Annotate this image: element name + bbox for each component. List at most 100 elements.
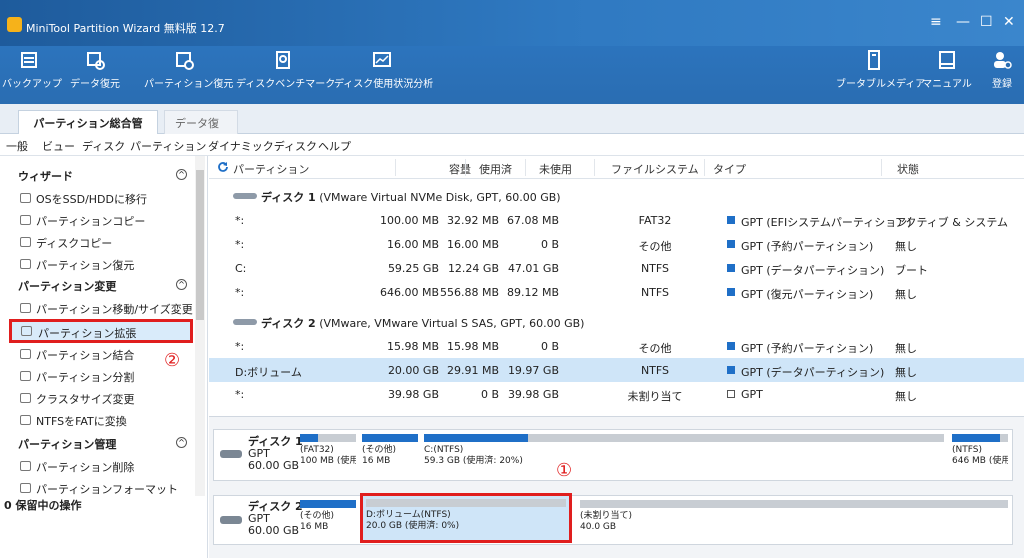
table-row[interactable]: *: 39.98 GB 0 B 39.98 GB 未割り当て GPT 無し xyxy=(209,382,1024,406)
menu-partition[interactable]: パーティション xyxy=(130,138,206,154)
table-header: パーティション 容量 使用済 未使用 ファイルシステム タイプ 状態 xyxy=(209,156,1024,179)
sidebar-item-format[interactable]: パーティションフォーマット xyxy=(16,478,192,498)
sidebar-item-delete[interactable]: パーティション削除 xyxy=(16,456,192,476)
user-add-icon xyxy=(994,52,1012,69)
col-unused[interactable]: 未使用 xyxy=(539,161,572,177)
partition-recovery-button[interactable]: パーティション復元 xyxy=(144,48,233,90)
menu-view[interactable]: ビュー xyxy=(42,138,75,154)
partition-table: パーティション 容量 使用済 未使用 ファイルシステム タイプ 状態 ディスク … xyxy=(209,156,1024,416)
menu-icon[interactable]: ≡ xyxy=(930,14,942,30)
table-row[interactable]: C: 59.25 GB 12.24 GB 47.01 GB NTFS GPT (データパー… xyxy=(209,256,1024,280)
annotation-marker-1: ① xyxy=(556,460,573,481)
backup-icon xyxy=(21,52,37,68)
col-status[interactable]: 状態 xyxy=(897,161,919,177)
table-row[interactable]: D:ボリューム 20.00 GB 29.91 MB 19.97 GB NTFS GPT (… xyxy=(209,358,1024,382)
refresh-icon[interactable] xyxy=(217,161,229,173)
partition-label: (その他) xyxy=(300,511,335,521)
sidebar-item-split[interactable]: パーティション分割 xyxy=(16,366,192,386)
tab-data-recovery[interactable]: データ復元 ✕ xyxy=(164,110,238,146)
backup-button[interactable]: バックアップ xyxy=(2,48,62,90)
format-icon xyxy=(20,483,31,493)
disk-icon xyxy=(220,516,242,524)
data-recovery-button[interactable]: データ復元 xyxy=(62,48,128,90)
col-type[interactable]: タイプ xyxy=(713,161,746,177)
disk-icon xyxy=(220,450,242,458)
partition-block[interactable]: (未割り当て) 40.0 GB xyxy=(580,500,1008,540)
cell-fs: FAT32 xyxy=(638,214,672,227)
usage-bar xyxy=(362,434,418,442)
disk-row-2[interactable]: ディスク 2 (VMware, VMware Virtual S SAS, GP… xyxy=(209,310,1024,334)
cell-free: 0 B xyxy=(540,238,559,251)
disk-row-1[interactable]: ディスク 1 (VMware Virtual NVMe Disk, GPT, 6… xyxy=(209,184,1024,208)
cell-status: アクティブ & システム xyxy=(895,216,1009,229)
register-button[interactable]: 登録 xyxy=(984,48,1020,90)
maximize-button[interactable]: ☐ xyxy=(980,14,993,30)
menu-general[interactable]: 一般 xyxy=(6,138,28,154)
type-color-icon xyxy=(727,264,735,272)
menu-disk[interactable]: ディスク xyxy=(82,138,125,154)
type-color-icon xyxy=(727,288,735,296)
scrollbar-thumb[interactable] xyxy=(196,170,204,320)
pending-operations: 0 保留中の操作 xyxy=(4,499,82,512)
table-row[interactable]: *: 646.00 MB 556.88 MB 89.12 MB NTFS GPT (復元パ… xyxy=(209,280,1024,304)
usb-icon xyxy=(868,50,880,70)
extend-icon xyxy=(21,326,32,336)
sidebar-item-extend-partition[interactable]: パーティション拡張 xyxy=(9,319,193,343)
cell-free: 39.98 GB xyxy=(507,388,559,401)
disk-usage-analyzer-button[interactable]: ディスク使用状況分析 xyxy=(334,48,433,90)
collapse-icon[interactable]: ^ xyxy=(176,169,187,180)
cell-used: 15.98 MB xyxy=(446,340,499,353)
sidebar-scrollbar[interactable] xyxy=(195,156,205,496)
partition-block[interactable]: C:(NTFS) 59.3 GB (使用済: 20%) xyxy=(424,434,944,474)
type-color-icon xyxy=(727,240,735,248)
partition-label: D:ボリューム(NTFS) xyxy=(366,510,451,520)
cell-used: 12.24 GB xyxy=(447,262,499,275)
partition-block[interactable]: (NTFS) 646 MB (使用 xyxy=(952,434,1008,474)
sidebar-item-migrate-os[interactable]: OSをSSD/HDDに移行 xyxy=(16,188,192,208)
cell-fs: NTFS xyxy=(640,286,670,299)
table-row[interactable]: *: 15.98 MB 15.98 MB 0 B その他 GPT (予約パーティション) 無… xyxy=(209,334,1024,358)
convert-icon xyxy=(20,415,31,425)
collapse-icon[interactable]: ^ xyxy=(176,437,187,448)
disk-benchmark-button[interactable]: ディスクベンチマーク xyxy=(236,48,335,90)
cell-cap: 15.98 MB xyxy=(386,340,439,353)
sidebar-item-partition-recovery[interactable]: パーティション復元 xyxy=(16,254,192,274)
partition-block[interactable]: D:ボリューム(NTFS) 20.0 GB (使用済: 0%) xyxy=(360,493,572,543)
close-button[interactable]: ✕ xyxy=(1003,14,1015,30)
sidebar-item-move-resize[interactable]: パーティション移動/サイズ変更 xyxy=(16,298,193,318)
sidebar-item-ntfs-to-fat[interactable]: NTFSをFATに変換 xyxy=(16,410,192,430)
tab-partition-management[interactable]: パーティション総合管理 xyxy=(18,110,158,146)
partition-label: 646 MB (使用 xyxy=(952,456,1008,466)
disk-map-1[interactable]: ディスク 1 GPT 60.00 GB (FAT32) 100 MB (使用 (その他)… xyxy=(213,429,1013,481)
col-partition[interactable]: パーティション xyxy=(233,161,309,177)
manual-button[interactable]: マニュアル xyxy=(922,48,972,90)
table-row[interactable]: *: 16.00 MB 16.00 MB 0 B その他 GPT (予約パーティション) 無… xyxy=(209,232,1024,256)
col-filesystem[interactable]: ファイルシステム xyxy=(611,161,699,177)
data-recovery-icon xyxy=(87,52,105,70)
partition-label: (未割り当て) xyxy=(580,511,633,521)
partition-block[interactable]: (その他) 16 MB xyxy=(362,434,418,474)
partition-label: (FAT32) xyxy=(300,445,334,455)
disk-map-2[interactable]: ディスク 2 GPT 60.00 GB (その他) 16 MB D:ボリューム(NTFS… xyxy=(213,493,1013,545)
collapse-icon[interactable]: ^ xyxy=(176,279,187,290)
menu-help[interactable]: ヘルプ xyxy=(318,138,351,154)
cell-p: D:ボリューム xyxy=(235,366,302,379)
cell-free: 19.97 GB xyxy=(507,364,559,377)
partition-label: 20.0 GB (使用済: 0%) xyxy=(366,521,460,531)
cell-type: GPT (EFIシステムパーティション) xyxy=(741,216,912,229)
partition-label: C:(NTFS) xyxy=(424,445,464,455)
sidebar-item-cluster-size[interactable]: クラスタサイズ変更 xyxy=(16,388,192,408)
partition-block[interactable]: (その他) 16 MB xyxy=(300,500,356,540)
sidebar-item-partition-copy[interactable]: パーティションコピー xyxy=(16,210,192,230)
cell-status: 無し xyxy=(895,288,917,301)
minimize-button[interactable]: — xyxy=(956,14,970,30)
menu-dynamic-disk[interactable]: ダイナミックディスク xyxy=(208,138,317,154)
bootable-media-button[interactable]: ブータブルメディア xyxy=(836,48,925,90)
partition-block[interactable]: (FAT32) 100 MB (使用 xyxy=(300,434,356,474)
partition-label: (その他) xyxy=(362,445,397,455)
table-row[interactable]: *: 100.00 MB 32.92 MB 67.08 MB FAT32 GPT (EFI… xyxy=(209,208,1024,232)
col-used[interactable]: 使用済 xyxy=(479,161,512,177)
cell-type: GPT (予約パーティション) xyxy=(741,342,874,355)
sidebar-item-disk-copy[interactable]: ディスクコピー xyxy=(16,232,192,252)
col-capacity[interactable]: 容量 xyxy=(449,161,471,177)
